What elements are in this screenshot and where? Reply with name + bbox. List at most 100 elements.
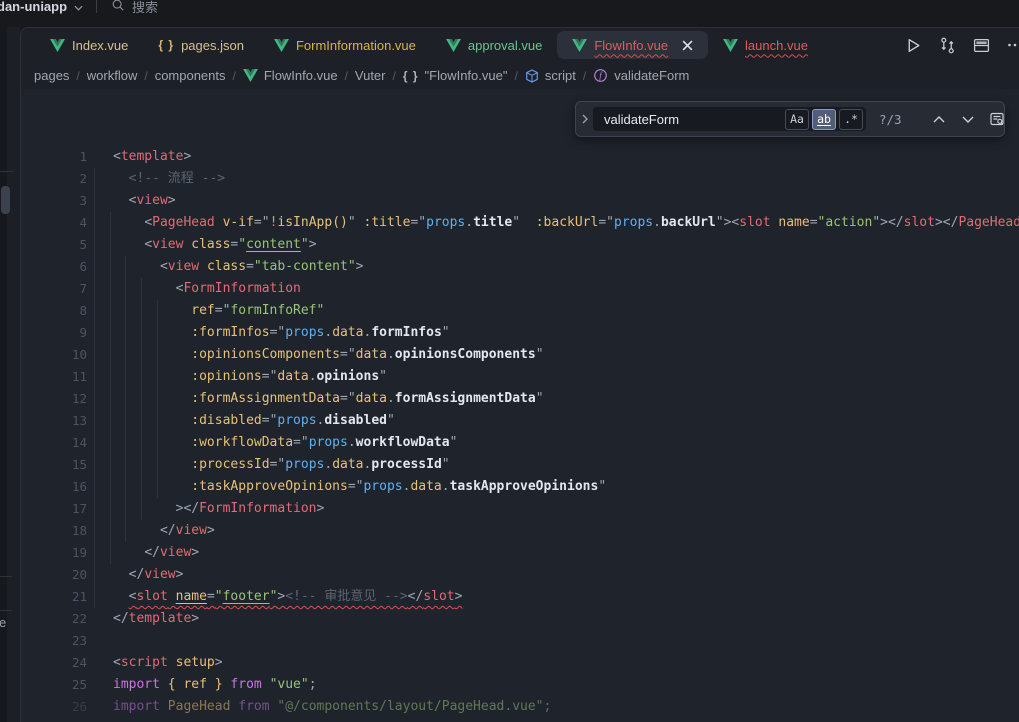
code-line-16[interactable]: 16 :taskApproveOpinions="props.data.task…: [21, 476, 1019, 498]
code-line-9[interactable]: 9 :formInfos="props.data.formInfos": [21, 322, 1019, 344]
breadcrumb-item-FlowInfo.vue[interactable]: { }"FlowInfo.vue": [403, 68, 508, 83]
breadcrumb-separator: /: [514, 69, 517, 83]
line-content: :processId="props.data.processId": [113, 454, 450, 476]
breadcrumb-item-components[interactable]: components: [155, 68, 226, 83]
sidebar-divider: [0, 610, 12, 611]
code-line-2[interactable]: 2 <!-- 流程 -->: [21, 168, 1019, 190]
find-input[interactable]: [602, 111, 782, 128]
code-line-25[interactable]: 25import { ref } from "vue";: [21, 674, 1019, 696]
code-line-6[interactable]: 6 <view class="tab-content">: [21, 256, 1019, 278]
breadcrumb-label: workflow: [87, 68, 138, 83]
breadcrumb-separator: /: [345, 69, 348, 83]
code-line-12[interactable]: 12 :formAssignmentData="data.formAssignm…: [21, 388, 1019, 410]
tab-FlowInfo.vue[interactable]: FlowInfo.vue: [557, 31, 708, 59]
code-line-8[interactable]: 8 ref="formInfoRef": [21, 300, 1019, 322]
code-line-11[interactable]: 11 :opinions="data.opinions": [21, 366, 1019, 388]
line-content: </view>: [113, 564, 183, 586]
code-editor[interactable]: 1 <template>2 <!-- 流程 -->3 <view>4 <PageH…: [21, 89, 1019, 722]
whole-word-toggle[interactable]: ab: [812, 109, 836, 130]
match-count: ?/3: [879, 112, 913, 127]
breadcrumb: pages / workflow / components / FlowInfo.vue / V…: [21, 62, 1019, 89]
line-content: </view>: [113, 520, 215, 542]
line-number: 10: [21, 344, 87, 366]
line-content: import PageHead from "@/components/layou…: [113, 696, 551, 718]
code-line-13[interactable]: 13 :disabled="props.disabled": [21, 410, 1019, 432]
line-content: :opinions="data.opinions": [113, 366, 387, 388]
code-line-5[interactable]: 5 <view class="content">: [21, 234, 1019, 256]
tab-FormInformation.vue[interactable]: FormInformation.vue: [259, 31, 431, 59]
code-line-21[interactable]: 21 <slot name="footer"><!-- 审批意见 --></sl…: [21, 586, 1019, 608]
vue-icon: [723, 39, 738, 52]
breadcrumb-label: "FlowInfo.vue": [425, 68, 508, 83]
line-content: :workflowData="props.workflowData": [113, 432, 457, 454]
code-line-7[interactable]: 7 <FormInformation: [21, 278, 1019, 300]
code-line-17[interactable]: 17 ></FormInformation>: [21, 498, 1019, 520]
run-button[interactable]: [905, 37, 922, 54]
regex-toggle[interactable]: .*: [839, 109, 863, 130]
tab-pages.json[interactable]: { }pages.json: [143, 31, 259, 59]
line-content: </view>: [113, 542, 199, 564]
close-icon[interactable]: [682, 40, 693, 51]
tab-approval.vue[interactable]: approval.vue: [431, 31, 557, 59]
code-line-18[interactable]: 18 </view>: [21, 520, 1019, 542]
previous-match-button[interactable]: [929, 109, 949, 129]
breadcrumb-item-workflow[interactable]: workflow: [87, 68, 138, 83]
tabs: Index.vue{ }pages.jsonFormInformation.vu…: [35, 28, 823, 62]
sidebar-strip: e: [0, 27, 20, 722]
toggle-replace-icon[interactable]: [582, 114, 588, 124]
breadcrumb-item-FlowInfo.vue[interactable]: FlowInfo.vue: [243, 68, 338, 83]
line-number: 20: [21, 564, 87, 586]
project-switcher[interactable]: dan-uniapp: [0, 0, 83, 14]
breadcrumb-item-validateForm[interactable]: fvalidateForm: [593, 68, 689, 83]
breadcrumb-separator: /: [393, 69, 396, 83]
code-line-23[interactable]: 23: [21, 630, 1019, 652]
match-case-toggle[interactable]: Aa: [785, 109, 809, 130]
title-bar: dan-uniapp 搜索: [0, 0, 1019, 27]
line-content: <view class="tab-content">: [113, 256, 363, 278]
code-line-24[interactable]: 24<script setup>: [21, 652, 1019, 674]
next-match-button[interactable]: [958, 109, 978, 129]
line-content: <template>: [113, 146, 191, 168]
code-line-26[interactable]: 26import PageHead from "@/components/lay…: [21, 696, 1019, 718]
line-content: <view>: [113, 190, 176, 212]
line-content: :formAssignmentData="data.formAssignment…: [113, 388, 544, 410]
line-number: 5: [21, 234, 87, 256]
breadcrumb-item-pages[interactable]: pages: [34, 68, 69, 83]
more-actions-button[interactable]: [1007, 37, 1019, 53]
line-number: 8: [21, 300, 87, 322]
find-input-box: Aa ab .*: [593, 107, 866, 131]
code-line-4[interactable]: 4 <PageHead v-if="!isInApp()" :title="pr…: [21, 212, 1019, 234]
line-number: 23: [21, 630, 87, 652]
line-number: 13: [21, 410, 87, 432]
tab-launch.vue[interactable]: launch.vue: [708, 31, 823, 59]
code-line-19[interactable]: 19 </view>: [21, 542, 1019, 564]
split-editor-button[interactable]: [973, 37, 990, 54]
vue-icon: [572, 39, 587, 52]
breadcrumb-item-Vuter[interactable]: Vuter: [355, 68, 386, 83]
line-content: :disabled="props.disabled": [113, 410, 395, 432]
titlebar-divider: [96, 0, 97, 13]
open-changes-button[interactable]: [939, 37, 956, 54]
code-line-22[interactable]: 22</template>: [21, 608, 1019, 630]
find-in-selection-button[interactable]: [987, 109, 1007, 129]
breadcrumb-label: script: [545, 68, 576, 83]
code-line-1[interactable]: 1 <template>: [21, 146, 1019, 168]
code-line-15[interactable]: 15 :processId="props.data.processId": [21, 454, 1019, 476]
line-content: <FormInformation: [113, 278, 301, 300]
code-line-20[interactable]: 20 </view>: [21, 564, 1019, 586]
line-number: 11: [21, 366, 87, 388]
module-icon: [525, 69, 539, 83]
code-line-14[interactable]: 14 :workflowData="props.workflowData": [21, 432, 1019, 454]
function-icon: f: [593, 68, 608, 83]
code-line-10[interactable]: 10 :opinionsComponents="data.opinionsCom…: [21, 344, 1019, 366]
line-number: 2: [21, 168, 87, 190]
line-content: :formInfos="props.data.formInfos": [113, 322, 450, 344]
code-line-3[interactable]: 3 <view>: [21, 190, 1019, 212]
breadcrumb-separator: /: [76, 69, 79, 83]
line-number: 1: [21, 146, 87, 168]
global-search[interactable]: 搜索: [111, 0, 158, 16]
breadcrumb-item-script[interactable]: script: [525, 68, 576, 83]
sidebar-scrollbar-thumb[interactable]: [1, 186, 10, 214]
editor-actions: [905, 37, 1019, 54]
tab-Index.vue[interactable]: Index.vue: [35, 31, 143, 59]
